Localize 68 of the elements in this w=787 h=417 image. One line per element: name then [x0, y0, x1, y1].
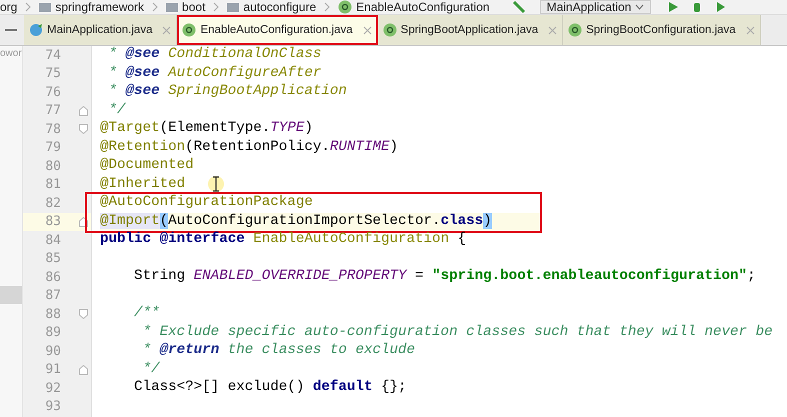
line-number: 79 — [44, 140, 61, 156]
panel-text: owor — [0, 48, 22, 59]
tab-label: MainApplication.java — [47, 24, 152, 36]
code-line: @Documented — [100, 157, 194, 175]
text-cursor-icon — [208, 175, 224, 193]
line-number: 77 — [44, 103, 61, 118]
caret-icon — [635, 4, 644, 10]
editor-tab[interactable]: SpringBootConfiguration.java — [563, 15, 761, 45]
line-number: 76 — [44, 84, 61, 100]
line-number: 84 — [44, 232, 61, 248]
annotation-icon — [182, 23, 196, 37]
breadcrumb-item[interactable]: springframework — [39, 0, 144, 14]
close-icon[interactable] — [548, 26, 558, 34]
annotation-icon — [568, 23, 582, 37]
line-number: 85 — [44, 251, 61, 266]
tab-label: EnableAutoConfiguration.java — [200, 24, 353, 36]
run-icon[interactable] — [667, 1, 680, 13]
breadcrumb-item[interactable]: org — [0, 0, 18, 14]
line-number: 86 — [44, 270, 61, 285]
line-number: 80 — [44, 158, 61, 174]
code-line: * @see AutoConfigureAfter — [108, 64, 322, 82]
code-line: @Retention(RetentionPolicy.RUNTIME) — [100, 138, 398, 156]
code-line: String ENABLED_OVERRIDE_PROPERTY = "spring.boot.enableautoconfiguration"; — [133, 268, 756, 286]
editor-tab[interactable]: SpringBootApplication.java — [378, 15, 564, 45]
close-icon[interactable] — [162, 26, 172, 34]
line-number: 90 — [44, 344, 61, 359]
line-number: 89 — [44, 325, 61, 340]
line-number: 74 — [44, 48, 61, 63]
chevron-right-icon — [213, 2, 220, 12]
code-line: * @see ConditionalOnClass — [108, 46, 322, 64]
line-number: 88 — [44, 306, 61, 322]
code-line: * Exclude specific auto-configuration classes such that they will never be — [142, 324, 773, 342]
chevron-right-icon — [152, 2, 158, 12]
code-line: * @return the classes to exclude — [142, 342, 416, 360]
chevron-right-icon — [324, 2, 330, 12]
code-line: */ — [108, 102, 126, 120]
code-line: Class<?>[] exclude() default {}; — [133, 379, 407, 397]
code-line: @Target(ElementType.TYPE) — [100, 120, 313, 138]
annotation-icon — [338, 0, 352, 14]
code-line: /** — [133, 305, 160, 323]
run-config-dropdown[interactable]: MainApplication — [540, 0, 652, 14]
chevron-right-icon — [25, 2, 32, 12]
line-number: 91 — [44, 362, 61, 378]
breadcrumb-item[interactable]: autoconfigure — [227, 0, 316, 14]
line-number: 82 — [44, 196, 61, 211]
line-number: 87 — [44, 288, 61, 304]
line-number: 78 — [44, 122, 61, 137]
tab-label: SpringBootApplication.java — [400, 24, 538, 36]
editor-tab[interactable]: MainApplication.java — [24, 15, 178, 45]
annotation-icon — [382, 23, 397, 37]
class-run-icon — [29, 23, 43, 37]
breadcrumb-item[interactable]: EnableAutoConfiguration — [338, 0, 490, 14]
code-line: public @interface EnableAutoConfiguration { — [100, 231, 466, 249]
line-number: 83 — [44, 214, 61, 230]
editor-tab[interactable]: EnableAutoConfiguration.java — [177, 15, 378, 45]
line-number: 81 — [44, 177, 61, 192]
line-number: 93 — [44, 399, 61, 414]
code-line: @Import(AutoConfigurationImportSelector.class) — [100, 212, 492, 230]
tab-label: SpringBootConfiguration.java — [586, 24, 736, 36]
code-line: * @see SpringBootApplication — [108, 83, 347, 101]
line-number: 92 — [44, 380, 61, 396]
line-number: 75 — [44, 66, 61, 82]
breadcrumb-item[interactable]: boot — [166, 0, 206, 14]
close-icon[interactable] — [362, 26, 372, 34]
code-line: @Inherited — [100, 176, 186, 194]
close-icon[interactable] — [746, 26, 755, 34]
code-line: */ — [142, 360, 160, 378]
code-line: @AutoConfigurationPackage — [100, 194, 313, 212]
